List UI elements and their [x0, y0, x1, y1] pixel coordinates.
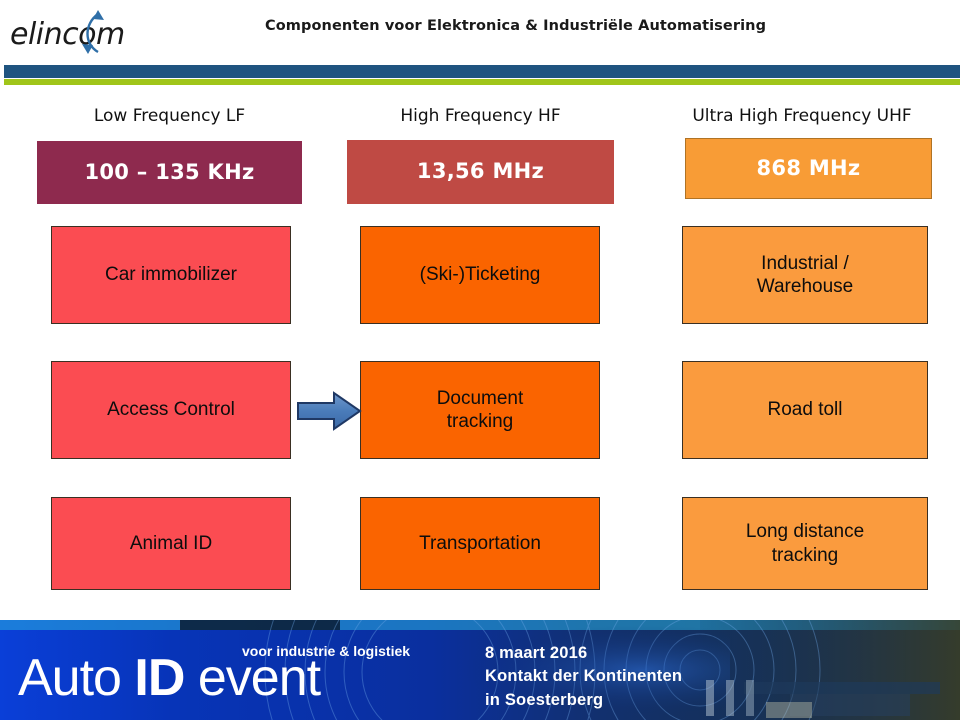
page-title: Componenten voor Elektronica & Industrië…: [265, 18, 767, 34]
application-box-lf-1: Car immobilizer: [51, 226, 291, 324]
application-box-hf-3: Transportation: [360, 497, 600, 590]
elincom-logo: elincom: [8, 8, 178, 56]
application-box-uhf-3: Long distance tracking: [682, 497, 928, 590]
column-header-uhf: Ultra High Frequency UHF: [692, 106, 912, 126]
frequency-box-uhf: 868 MHz: [685, 138, 932, 199]
right-arrow-icon: [297, 391, 362, 431]
frequency-box-hf: 13,56 MHz: [347, 140, 614, 204]
column-header-lf: Low Frequency LF: [93, 106, 246, 126]
swoosh-arrow-icon: [82, 10, 104, 54]
header-blue-divider: [4, 65, 960, 78]
application-box-uhf-2: Road toll: [682, 361, 928, 459]
footer-event-info: 8 maart 2016 Kontakt der Kontinenten in …: [485, 642, 735, 712]
application-box-uhf-1: Industrial / Warehouse: [682, 226, 928, 324]
page-header: elincom Componenten voor Elektronica & I…: [0, 0, 960, 62]
application-box-hf-1: (Ski-)Ticketing: [360, 226, 600, 324]
footer-brand-auto: Auto: [18, 649, 135, 707]
application-box-hf-2: Document tracking: [360, 361, 600, 459]
frequency-box-lf: 100 – 135 KHz: [37, 141, 302, 204]
application-box-lf-2: Access Control: [51, 361, 291, 459]
footer-event-date: 8 maart 2016: [485, 644, 588, 662]
header-green-divider: [4, 79, 960, 85]
application-box-lf-3: Animal ID: [51, 497, 291, 590]
footer-banner: Auto ID event voor industrie & logistiek…: [0, 620, 960, 720]
footer-brand-id: ID: [134, 649, 185, 707]
column-header-hf: High Frequency HF: [400, 106, 561, 126]
footer-event-location: in Soesterberg: [485, 690, 604, 709]
footer-event-venue: Kontakt der Kontinenten: [485, 667, 683, 686]
footer-tagline: voor industrie & logistiek: [242, 643, 411, 659]
